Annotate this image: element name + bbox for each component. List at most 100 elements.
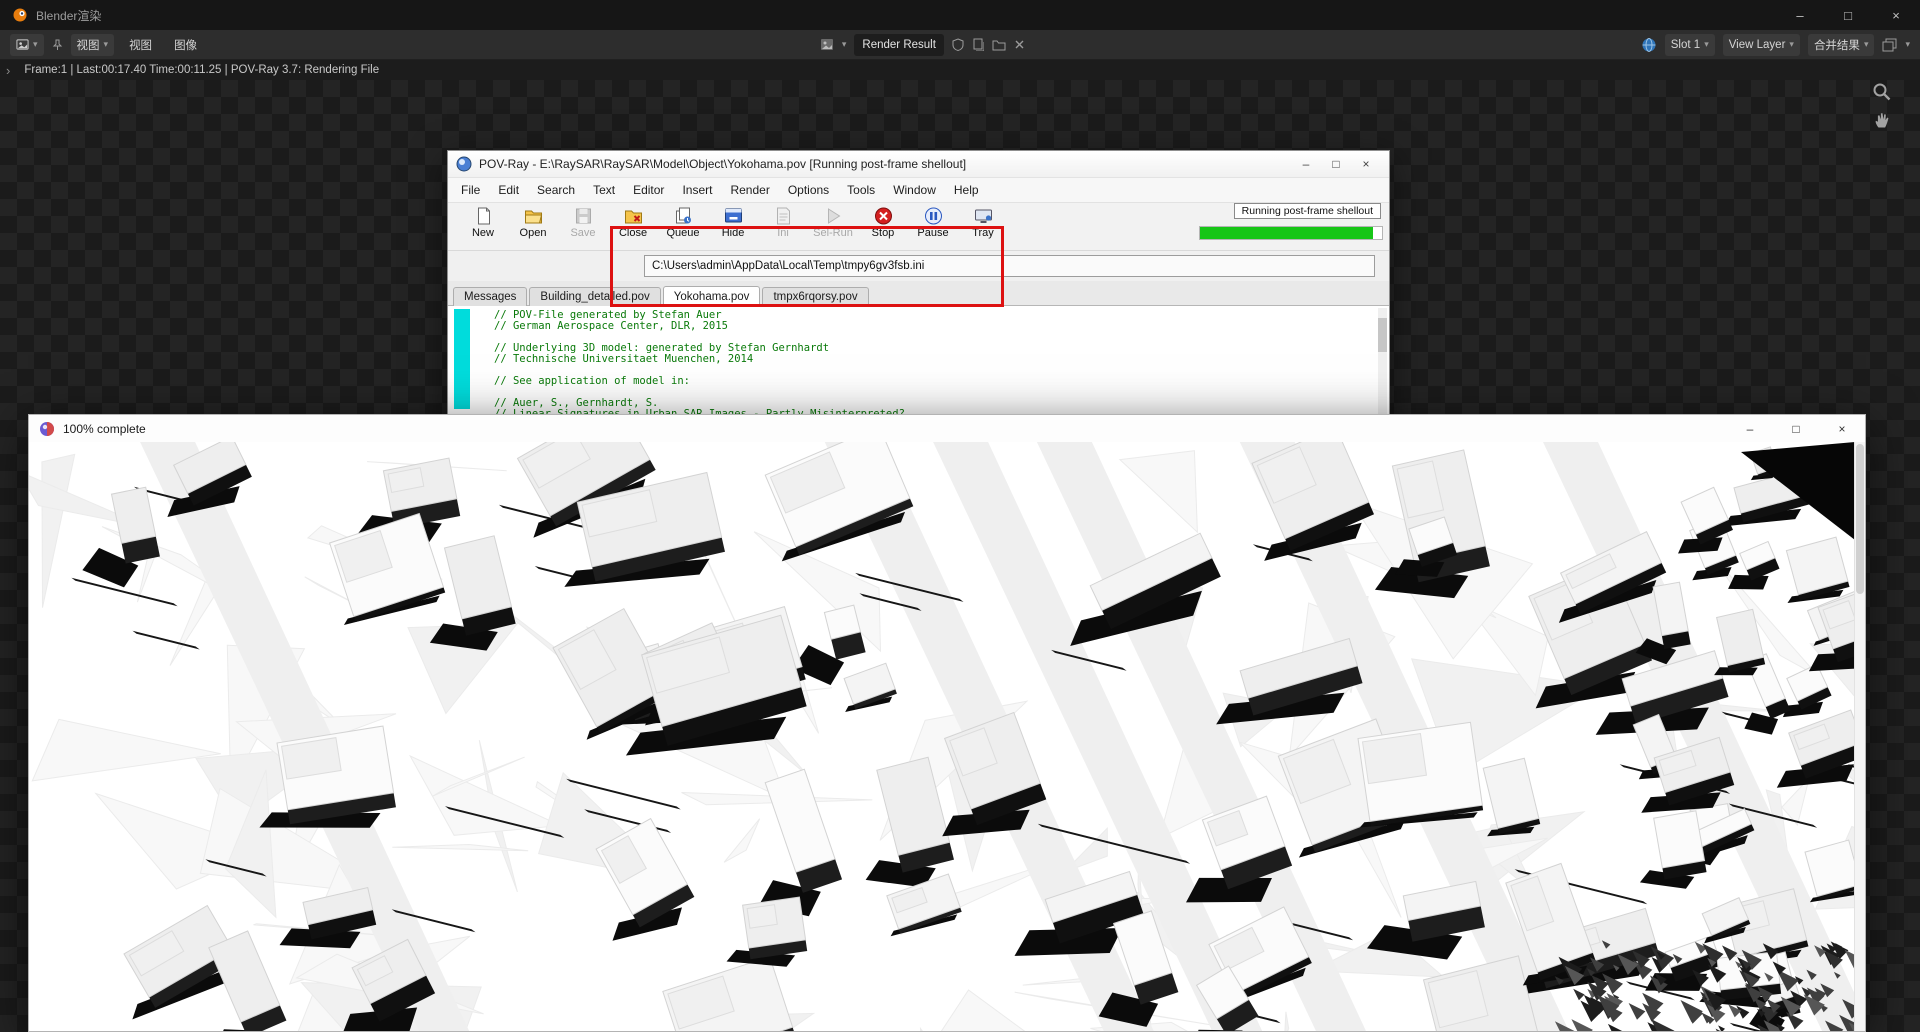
render-window-titlebar[interactable]: 100% complete – □ ×: [29, 415, 1865, 443]
code-scrollbar-thumb[interactable]: [1378, 318, 1387, 352]
tab-tmp-pov[interactable]: tmpx6rqorsy.pov: [762, 287, 868, 306]
render-scrollbar-thumb[interactable]: [1856, 444, 1864, 594]
hide-icon: [723, 206, 744, 226]
stop-icon: [873, 206, 894, 226]
open-image-folder-icon[interactable]: [992, 39, 1006, 51]
povray-menubar: File Edit Search Text Editor Insert Rend…: [448, 178, 1389, 203]
povray-toolbar: New Open Save Close Queue Hide: [448, 203, 1389, 251]
ini-path-field[interactable]: C:\Users\admin\AppData\Local\Temp\tmpy6g…: [644, 255, 1375, 277]
new-icon: [473, 206, 494, 226]
blender-window-title: Blender渲染: [36, 7, 101, 24]
view-layer-dropdown[interactable]: View Layer ▾: [1723, 34, 1800, 56]
image-stack-icon[interactable]: [1882, 38, 1897, 52]
blender-logo-icon: [12, 7, 28, 23]
code-line: // Technische Universitaet Muenchen, 201…: [494, 354, 1389, 365]
render-status-text: Frame:1 | Last:00:17.40 Time:00:11.25 | …: [24, 64, 379, 76]
render-slot-globe-icon[interactable]: [1641, 37, 1657, 53]
unlink-x-icon[interactable]: [1014, 39, 1025, 50]
panel-expand-arrow[interactable]: ›: [6, 63, 10, 78]
povray-maximize-button[interactable]: □: [1321, 151, 1351, 177]
ini-icon: [773, 206, 794, 226]
toolbar-queue-button[interactable]: Queue: [658, 203, 708, 250]
code-line: // German Aerospace Center, DLR, 2015: [494, 321, 1389, 332]
menu-tools[interactable]: Tools: [838, 180, 884, 200]
sel-run-icon: [823, 206, 844, 226]
povray-path-row: C:\Users\admin\AppData\Local\Temp\tmpy6g…: [448, 251, 1389, 281]
chevron-down-icon[interactable]: ▾: [842, 39, 847, 50]
menu-view[interactable]: 视图: [122, 34, 159, 56]
render-maximize-button[interactable]: □: [1773, 415, 1819, 442]
render-scrollbar[interactable]: [1854, 442, 1865, 1031]
close-file-icon: [623, 206, 644, 226]
pause-icon: [923, 206, 944, 226]
slot-dropdown[interactable]: Slot 1 ▾: [1665, 34, 1715, 56]
zoom-magnifier-icon[interactable]: [1872, 82, 1892, 107]
editor-selection-marker: [454, 309, 470, 409]
menu-window[interactable]: Window: [884, 180, 945, 200]
screen: Blender渲染 – □ × ▾ 视图 ▾ 视图 图像 ▾ Render Re…: [0, 0, 1920, 1032]
image-editor-icon: [16, 38, 29, 51]
menu-help[interactable]: Help: [945, 180, 988, 200]
view-mode-dropdown[interactable]: 视图 ▾: [71, 34, 115, 56]
toolbar-close-button[interactable]: Close: [608, 203, 658, 250]
toolbar-open-button[interactable]: Open: [508, 203, 558, 250]
povray-logo-icon: [456, 156, 472, 172]
blender-status-strip: › Frame:1 | Last:00:17.40 Time:00:11.25 …: [0, 60, 1920, 80]
toolbar-hide-button[interactable]: Hide: [708, 203, 758, 250]
toolbar-save-button[interactable]: Save: [558, 203, 608, 250]
povray-window: POV-Ray - E:\RaySAR\RaySAR\Model\Object\…: [447, 150, 1390, 450]
tab-building-detailed[interactable]: Building_detailed.pov: [529, 287, 660, 306]
render-result-field[interactable]: Render Result: [854, 34, 944, 56]
blender-titlebar: Blender渲染 – □ ×: [0, 0, 1920, 30]
render-output-image: [29, 442, 1865, 1031]
toolbar-ini-button[interactable]: Ini: [758, 203, 808, 250]
editor-type-selector[interactable]: ▾: [10, 34, 44, 56]
toolbar-stop-button[interactable]: Stop: [858, 203, 908, 250]
menu-file[interactable]: File: [452, 180, 489, 200]
povray-editor-tabs: Messages Building_detailed.pov Yokohama.…: [448, 281, 1389, 306]
menu-search[interactable]: Search: [528, 180, 584, 200]
blender-window-controls: – □ ×: [1776, 0, 1920, 30]
menu-image[interactable]: 图像: [167, 34, 204, 56]
menu-render[interactable]: Render: [721, 180, 778, 200]
toolbar-pause-button[interactable]: Pause: [908, 203, 958, 250]
toolbar-tray-button[interactable]: Tray: [958, 203, 1008, 250]
rendered-city-image: [29, 442, 1855, 1031]
render-close-button[interactable]: ×: [1819, 415, 1865, 442]
povray-close-button[interactable]: ×: [1351, 151, 1381, 177]
render-window: 100% complete – □ ×: [28, 414, 1866, 1032]
shellout-progress-bar: [1199, 226, 1383, 240]
code-line: // See application of model in:: [494, 376, 1389, 387]
save-icon: [573, 206, 594, 226]
blender-close-button[interactable]: ×: [1872, 0, 1920, 30]
blender-minimize-button[interactable]: –: [1776, 0, 1824, 30]
menu-text[interactable]: Text: [584, 180, 624, 200]
tab-yokohama[interactable]: Yokohama.pov: [663, 286, 761, 306]
render-minimize-button[interactable]: –: [1727, 415, 1773, 442]
menu-options[interactable]: Options: [779, 180, 838, 200]
menu-edit[interactable]: Edit: [489, 180, 528, 200]
chevron-down-icon: ▾: [33, 39, 38, 50]
fake-user-shield-icon[interactable]: [952, 38, 964, 51]
pin-icon[interactable]: [52, 39, 63, 51]
render-window-icon: [39, 421, 55, 437]
povray-minimize-button[interactable]: –: [1291, 151, 1321, 177]
image-datablock-icon[interactable]: [820, 38, 834, 51]
new-image-icon[interactable]: [972, 38, 984, 51]
queue-icon: [673, 206, 694, 226]
menu-insert[interactable]: Insert: [673, 180, 721, 200]
chevron-down-icon: ▾: [1789, 39, 1794, 50]
toolbar-new-button[interactable]: New: [458, 203, 508, 250]
pan-hand-icon[interactable]: [1872, 110, 1892, 135]
render-progress-title: 100% complete: [63, 422, 1727, 436]
blender-maximize-button[interactable]: □: [1824, 0, 1872, 30]
render-pass-dropdown[interactable]: 合并结果 ▾: [1808, 34, 1875, 56]
shellout-progress-fill: [1200, 227, 1373, 239]
open-icon: [523, 206, 544, 226]
tab-messages[interactable]: Messages: [453, 287, 527, 306]
blender-header: ▾ 视图 ▾ 视图 图像 ▾ Render Result: [0, 30, 1920, 60]
chevron-down-icon[interactable]: ▾: [1905, 39, 1910, 50]
povray-titlebar[interactable]: POV-Ray - E:\RaySAR\RaySAR\Model\Object\…: [448, 151, 1389, 178]
toolbar-selrun-button[interactable]: Sel-Run: [808, 203, 858, 250]
menu-editor[interactable]: Editor: [624, 180, 673, 200]
